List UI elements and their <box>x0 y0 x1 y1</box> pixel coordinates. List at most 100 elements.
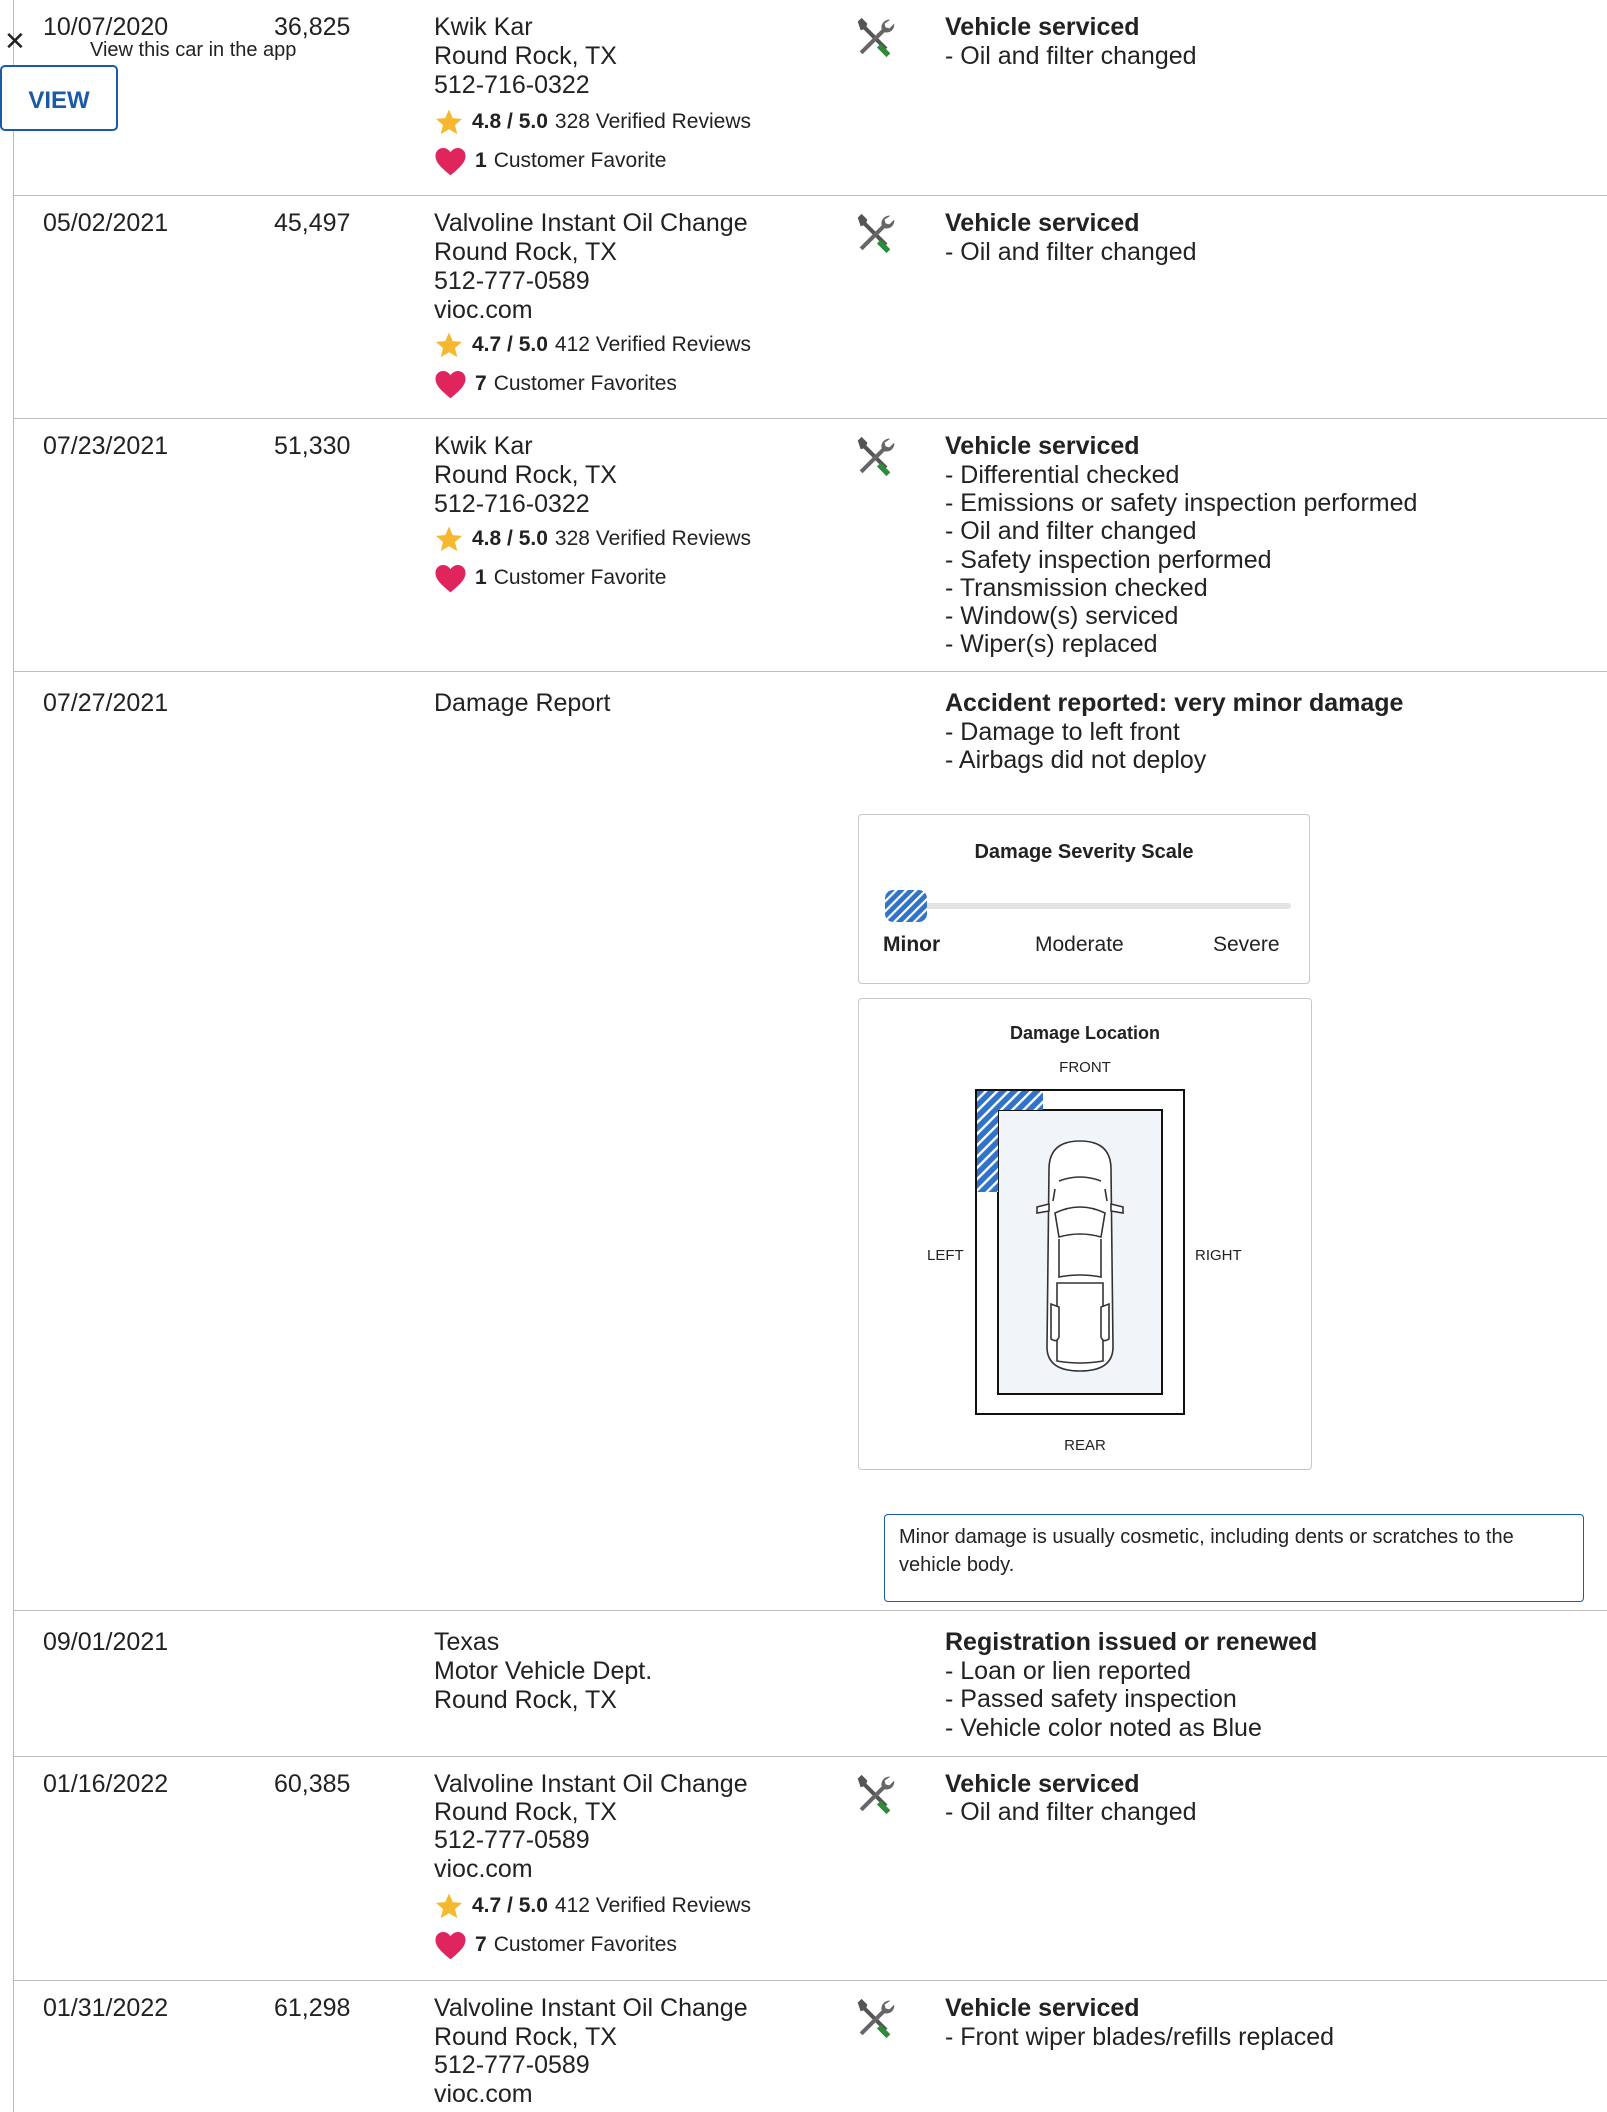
detail-item: - Oil and filter changed <box>945 42 1197 70</box>
detail-item: - Safety inspection performed <box>945 546 1272 574</box>
star-icon <box>435 109 463 135</box>
severity-label-minor: Minor <box>883 933 941 956</box>
source-location: Round Rock, TX <box>434 1686 617 1714</box>
source-name: Valvoline Instant Oil Change <box>434 209 748 237</box>
source-department: Motor Vehicle Dept. <box>434 1657 653 1685</box>
favorites-count: 1 <box>475 149 487 172</box>
detail-item: - Differential checked <box>945 461 1180 489</box>
severity-label-moderate: Moderate <box>1035 933 1124 956</box>
detail-title: Vehicle serviced <box>945 13 1140 41</box>
vehicle-diagram <box>975 1089 1185 1415</box>
review-count: 328 Verified Reviews <box>554 527 751 550</box>
record-date: 07/27/2021 <box>43 689 169 717</box>
source-phone[interactable]: 512-777-0589 <box>434 1826 590 1855</box>
rating-line[interactable]: 4.8 / 5.0 328 Verified Reviews <box>434 524 751 554</box>
close-icon[interactable]: ✕ <box>4 28 26 54</box>
detail-item: - Transmission checked <box>945 574 1208 602</box>
record-date: 07/23/2021 <box>43 432 169 460</box>
detail-title: Registration issued or renewed <box>945 1628 1318 1656</box>
record-date: 09/01/2021 <box>43 1628 169 1656</box>
severity-label-severe: Severe <box>1213 933 1280 956</box>
review-count: 328 Verified Reviews <box>554 110 751 133</box>
favorites-line: 1 Customer Favorite <box>434 146 666 176</box>
favorites-count: 7 <box>475 372 487 395</box>
location-title: Damage Location <box>1009 1023 1161 1043</box>
history-row: 05/02/2021 45,497 Valvoline Instant Oil … <box>14 196 1607 419</box>
record-odometer: 45,497 <box>274 209 351 237</box>
label-right: RIGHT <box>1195 1247 1242 1264</box>
wrench-screwdriver-icon <box>857 17 895 58</box>
heart-icon <box>435 148 466 176</box>
detail-item: - Oil and filter changed <box>945 517 1197 545</box>
detail-title: Vehicle serviced <box>945 209 1140 237</box>
wrench-screwdriver-icon <box>857 436 895 477</box>
favorites-line: 7 Customer Favorites <box>434 1930 677 1960</box>
source-location: Round Rock, TX <box>434 238 617 266</box>
detail-item: - Window(s) serviced <box>945 602 1179 630</box>
severity-track <box>885 903 1291 909</box>
source-name: Kwik Kar <box>434 13 533 41</box>
rating-value: 4.7 / 5.0 <box>472 333 548 356</box>
favorites-label: Customer Favorite <box>493 149 667 172</box>
source-name: Kwik Kar <box>434 432 533 460</box>
detail-item: - Oil and filter changed <box>945 238 1197 266</box>
damage-info-note: Minor damage is usually cosmetic, includ… <box>884 1514 1584 1602</box>
source-name: Valvoline Instant Oil Change <box>434 1994 748 2022</box>
source-name: Texas <box>434 1628 500 1656</box>
favorites-count: 1 <box>475 566 487 589</box>
favorites-line: 7 Customer Favorites <box>434 369 677 399</box>
wrench-screwdriver-icon <box>857 1774 895 1815</box>
detail-title: Vehicle serviced <box>945 432 1140 460</box>
source-phone[interactable]: 512-777-0589 <box>434 267 590 296</box>
label-rear: REAR <box>1064 1437 1106 1454</box>
severity-title: Damage Severity Scale <box>974 841 1194 863</box>
history-row-damage-report: 07/27/2021 Damage Report Accident report… <box>14 672 1607 1611</box>
severity-minor-indicator <box>885 890 927 922</box>
detail-item: - Vehicle color noted as Blue <box>945 1714 1262 1742</box>
detail-item: - Damage to left front <box>945 718 1180 746</box>
source-phone[interactable]: 512-777-0589 <box>434 2051 590 2080</box>
detail-title: Accident reported: very minor damage <box>945 689 1404 717</box>
heart-icon <box>435 371 466 399</box>
favorites-count: 7 <box>475 1933 487 1956</box>
damage-severity-panel: Damage Severity Scale Minor Moderate Sev… <box>858 814 1310 984</box>
label-left: LEFT <box>927 1247 964 1264</box>
record-date: 05/02/2021 <box>43 209 169 237</box>
wrench-screwdriver-icon <box>857 1998 895 2039</box>
record-odometer: 61,298 <box>274 1994 351 2022</box>
favorites-label: Customer Favorites <box>493 1933 677 1956</box>
source-website[interactable]: vioc.com <box>434 2080 533 2109</box>
history-row: 01/16/2022 60,385 Valvoline Instant Oil … <box>14 1757 1607 1981</box>
rating-value: 4.8 / 5.0 <box>472 110 548 133</box>
view-in-app-button[interactable]: VIEW <box>0 65 118 131</box>
source-website[interactable]: vioc.com <box>434 1855 533 1884</box>
source-location: Round Rock, TX <box>434 1798 617 1826</box>
wrench-screwdriver-icon <box>857 213 895 254</box>
favorites-label: Customer Favorite <box>493 566 667 589</box>
review-count: 412 Verified Reviews <box>554 333 751 356</box>
history-row: 10/07/2020 36,825 Kwik Kar Round Rock, T… <box>14 0 1607 196</box>
source-phone[interactable]: 512-716-0322 <box>434 490 590 519</box>
rating-line[interactable]: 4.8 / 5.0 328 Verified Reviews <box>434 107 751 137</box>
source-phone[interactable]: 512-716-0322 <box>434 71 590 100</box>
review-count: 412 Verified Reviews <box>554 1894 751 1917</box>
rating-line[interactable]: 4.7 / 5.0 412 Verified Reviews <box>434 330 751 360</box>
history-row: 09/01/2021 Texas Motor Vehicle Dept. Rou… <box>14 1611 1607 1757</box>
source-location: Round Rock, TX <box>434 2023 617 2051</box>
rating-line[interactable]: 4.7 / 5.0 412 Verified Reviews <box>434 1891 751 1921</box>
rating-value: 4.7 / 5.0 <box>472 1894 548 1917</box>
detail-item: - Loan or lien reported <box>945 1657 1191 1685</box>
detail-item: - Front wiper blades/refills replaced <box>945 2023 1335 2051</box>
detail-title: Vehicle serviced <box>945 1994 1140 2022</box>
record-date: 01/16/2022 <box>43 1770 169 1798</box>
detail-item: - Passed safety inspection <box>945 1685 1237 1713</box>
app-banner-text: View this car in the app <box>90 39 297 61</box>
source-website[interactable]: vioc.com <box>434 296 533 325</box>
heart-icon <box>435 1932 466 1960</box>
source-name: Valvoline Instant Oil Change <box>434 1770 748 1798</box>
detail-item: - Oil and filter changed <box>945 1798 1197 1826</box>
record-date: 01/31/2022 <box>43 1994 169 2022</box>
rating-value: 4.8 / 5.0 <box>472 527 548 550</box>
detail-item: - Airbags did not deploy <box>945 746 1207 774</box>
star-icon <box>435 526 463 552</box>
